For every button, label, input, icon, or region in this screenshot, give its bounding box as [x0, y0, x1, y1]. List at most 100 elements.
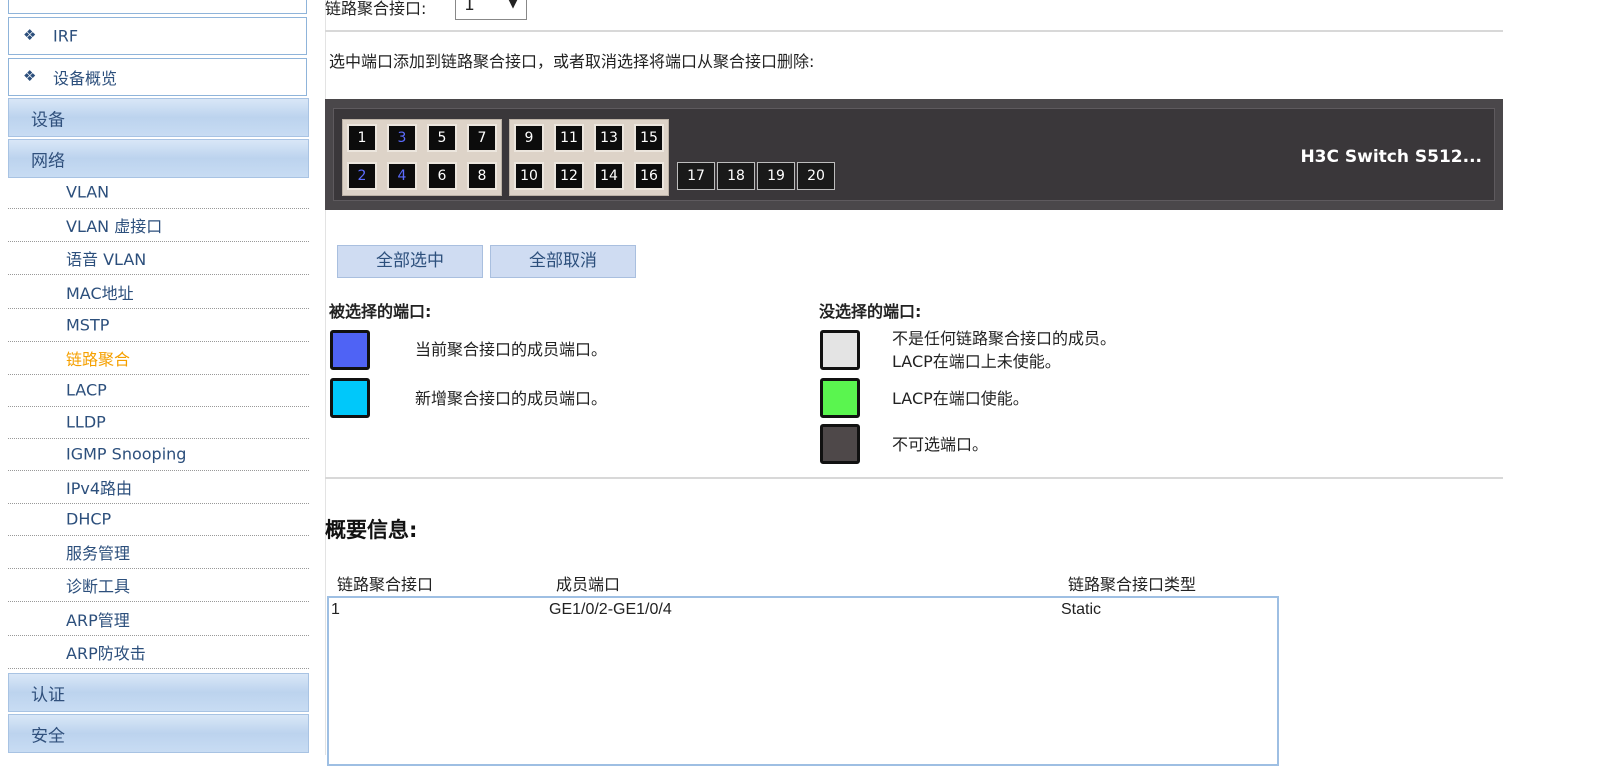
- port-10[interactable]: 10: [514, 162, 544, 190]
- port-13[interactable]: 13: [594, 124, 624, 152]
- port-selection-instruction: 选中端口添加到链路聚合接口，或者取消选择将端口从聚合接口删除:: [329, 52, 815, 71]
- diamond-bullet-icon: ❖: [23, 67, 37, 86]
- switch-front-panel: 1 3 5 7 2 4 6 8 9 11 13 15 10 12 14 16 1…: [325, 99, 1503, 210]
- port-12[interactable]: 12: [554, 162, 584, 190]
- sidebar-item-label: IGMP Snooping: [66, 444, 187, 464]
- port-1[interactable]: 1: [347, 124, 377, 152]
- dropdown-arrow-icon: ▼: [508, 0, 518, 11]
- switch-model-name: H3C Switch S512...: [1300, 147, 1482, 167]
- port-group-1-8: 1 3 5 7 2 4 6 8: [342, 119, 502, 196]
- port-15[interactable]: 15: [634, 124, 664, 152]
- summary-title: 概要信息:: [325, 518, 418, 542]
- sidebar-item-arp-management[interactable]: ARP管理: [8, 603, 309, 636]
- port-16[interactable]: 16: [634, 162, 664, 190]
- port-2[interactable]: 2: [347, 162, 377, 190]
- sidebar-item-ipv4-routing[interactable]: IPv4路由: [8, 471, 309, 504]
- sidebar-item-lacp[interactable]: LACP: [8, 374, 309, 407]
- table-row[interactable]: 1 GE1/0/2-GE1/0/4 Static: [329, 598, 1277, 624]
- cell-interface: 1: [331, 601, 340, 618]
- port-8[interactable]: 8: [467, 162, 497, 190]
- switch-panel-inner: 1 3 5 7 2 4 6 8 9 11 13 15 10 12 14 16 1…: [333, 108, 1495, 201]
- port-9[interactable]: 9: [514, 124, 544, 152]
- sidebar-item-mac-address[interactable]: MAC地址: [8, 276, 309, 309]
- port-7[interactable]: 7: [467, 124, 497, 152]
- sidebar-item-vlan[interactable]: VLAN: [8, 176, 309, 209]
- aggregation-interface-label: 链路聚合接口:: [325, 0, 427, 18]
- unselected-ports-legend-title: 没选择的端口:: [819, 302, 922, 321]
- sidebar-item-label: IPv4路由: [66, 479, 133, 498]
- legend-text-unselectable: 不可选端口。: [892, 435, 989, 454]
- legend-swatch-new-member: [330, 378, 370, 418]
- sidebar-item-voice-vlan[interactable]: 语音 VLAN: [8, 242, 309, 275]
- divider: [325, 30, 1503, 32]
- sidebar-item-irf[interactable]: ❖ IRF: [8, 17, 307, 55]
- sidebar-category-label: 安全: [31, 726, 65, 746]
- sidebar-item-link-aggregation[interactable]: 链路聚合: [8, 342, 309, 375]
- column-header-interface: 链路聚合接口: [337, 575, 434, 594]
- sidebar-item-lldp[interactable]: LLDP: [8, 406, 309, 439]
- sidebar-item-label: 链路聚合: [66, 350, 131, 369]
- legend-text-new-member: 新增聚合接口的成员端口。: [415, 389, 608, 408]
- sidebar-item-label: ARP防攻击: [66, 644, 146, 663]
- legend-swatch-not-member: [820, 330, 860, 370]
- aggregation-interface-value: 1: [464, 0, 475, 15]
- sidebar-item-label: IRF: [53, 26, 79, 46]
- column-header-interface-type: 链路聚合接口类型: [1068, 575, 1197, 594]
- sidebar-item-igmp-snooping[interactable]: IGMP Snooping: [8, 438, 309, 471]
- sidebar-category-network[interactable]: 网络: [8, 139, 309, 178]
- sidebar-item-label: 服务管理: [66, 544, 131, 563]
- sidebar-item-arp-attack-protection[interactable]: ARP防攻击: [8, 636, 309, 669]
- sidebar-item-dhcp[interactable]: DHCP: [8, 503, 309, 536]
- sidebar-item-label: LLDP: [66, 412, 106, 432]
- cell-member-ports: GE1/0/2-GE1/0/4: [549, 601, 672, 618]
- select-all-button[interactable]: 全部选中: [337, 245, 483, 278]
- legend-text-not-member: 不是任何链路聚合接口的成员。: [892, 329, 1117, 348]
- port-6[interactable]: 6: [427, 162, 457, 190]
- port-11[interactable]: 11: [554, 124, 584, 152]
- sidebar-item-device-overview[interactable]: ❖ 设备概览: [8, 58, 307, 96]
- port-20[interactable]: 20: [797, 162, 835, 190]
- sidebar-item-label: VLAN: [66, 182, 110, 202]
- sidebar-item-label: VLAN 虚接口: [66, 217, 163, 236]
- sidebar-category-label: 设备: [31, 110, 65, 130]
- summary-table: 1 GE1/0/2-GE1/0/4 Static: [327, 596, 1279, 766]
- sidebar-item-vlan-interface[interactable]: VLAN 虚接口: [8, 209, 309, 242]
- port-18[interactable]: 18: [717, 162, 755, 190]
- sidebar-item-service-management[interactable]: 服务管理: [8, 536, 309, 569]
- legend-swatch-unselectable: [820, 424, 860, 464]
- sidebar-category-device[interactable]: 设备: [8, 98, 309, 137]
- port-14[interactable]: 14: [594, 162, 624, 190]
- column-header-member-ports: 成员端口: [556, 575, 621, 594]
- diamond-bullet-icon: ❖: [23, 26, 37, 45]
- legend-swatch-current-member: [330, 330, 370, 370]
- sidebar-item-label: DHCP: [66, 509, 112, 529]
- sidebar-item-label: LACP: [66, 380, 107, 400]
- legend-text-lacp-disabled: LACP在端口上未使能。: [892, 352, 1061, 371]
- sidebar-item-label: MAC地址: [66, 284, 134, 303]
- sidebar-category-label: 网络: [31, 151, 65, 171]
- legend-swatch-lacp-enabled: [820, 378, 860, 418]
- sidebar-nav: ❖ IRF ❖ 设备概览 设备 网络 VLAN VLAN 虚接口 语音 VLAN…: [0, 0, 326, 755]
- port-5[interactable]: 5: [427, 124, 457, 152]
- legend-text-lacp-enabled: LACP在端口使能。: [892, 389, 1029, 408]
- port-4[interactable]: 4: [387, 162, 417, 190]
- port-group-9-16: 9 11 13 15 10 12 14 16: [509, 119, 669, 196]
- sidebar-item-label: MSTP: [66, 315, 110, 335]
- sidebar-item-diagnostic-tools[interactable]: 诊断工具: [8, 569, 309, 602]
- divider: [325, 477, 1503, 479]
- aggregation-interface-select[interactable]: 1 ▼: [455, 0, 527, 20]
- legend-text-current-member: 当前聚合接口的成员端口。: [415, 340, 608, 359]
- selected-ports-legend-title: 被选择的端口:: [329, 302, 432, 321]
- deselect-all-button[interactable]: 全部取消: [490, 245, 636, 278]
- port-17[interactable]: 17: [677, 162, 715, 190]
- port-19[interactable]: 19: [757, 162, 795, 190]
- cell-interface-type: Static: [1061, 601, 1102, 618]
- sidebar-item-mstp[interactable]: MSTP: [8, 309, 309, 342]
- port-3[interactable]: 3: [387, 124, 417, 152]
- sidebar-item-label: 设备概览: [53, 69, 118, 88]
- sidebar-category-security[interactable]: 安全: [8, 714, 309, 753]
- sidebar-item-label: 语音 VLAN: [66, 250, 147, 269]
- sidebar-item-hidden-top[interactable]: [8, 0, 307, 14]
- sidebar-category-auth[interactable]: 认证: [8, 673, 309, 712]
- sidebar-item-label: ARP管理: [66, 611, 130, 630]
